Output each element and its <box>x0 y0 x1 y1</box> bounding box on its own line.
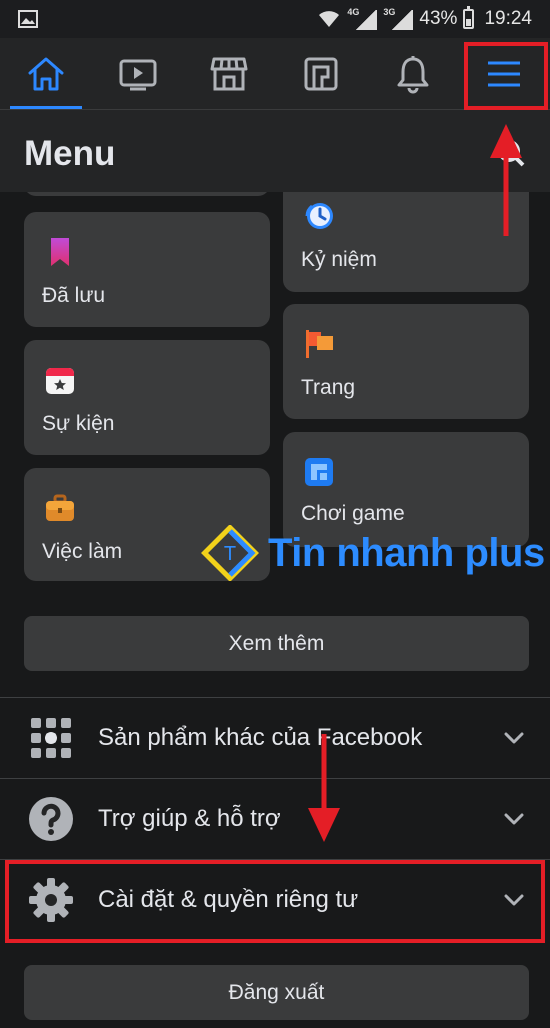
section-help-support-label: Trợ giúp & hỗ trợ <box>98 805 281 832</box>
shortcut-gaming-label: Chơi game <box>301 502 405 525</box>
highlight-settings-row <box>5 860 545 943</box>
see-more-button[interactable]: Xem thêm <box>24 616 529 671</box>
briefcase-icon <box>46 494 74 521</box>
tab-notifications[interactable] <box>367 38 459 109</box>
chevron-down-icon <box>504 813 524 825</box>
bell-icon <box>397 55 429 93</box>
video-icon <box>119 59 156 90</box>
battery-percent: 43% <box>419 8 458 29</box>
flag-icon <box>306 330 333 358</box>
clock-memories-icon <box>305 203 333 229</box>
calendar-icon <box>46 368 74 394</box>
facebook-menu-screen: 4G 3G 43% 19:24 Menu Đã lưu Sự kiện Việc… <box>0 0 550 1028</box>
question-icon <box>28 796 74 842</box>
tab-watch[interactable] <box>92 38 184 109</box>
logout-button[interactable]: Đăng xuất <box>24 965 529 1020</box>
shortcut-jobs-label: Việc làm <box>42 540 123 563</box>
wifi-icon <box>319 11 340 27</box>
section-other-products-label: Sản phẩm khác của Facebook <box>98 724 423 751</box>
shortcut-top-left[interactable] <box>24 192 270 196</box>
shortcut-pages-label: Trang <box>301 376 356 399</box>
grid-icon <box>28 715 74 761</box>
tab-news[interactable] <box>275 38 367 109</box>
highlight-menu-tab <box>464 42 548 110</box>
shortcut-memories-label: Kỷ niệm <box>301 248 377 271</box>
chevron-down-icon <box>504 732 524 744</box>
watermark: T Tin nhanh plus <box>200 525 545 581</box>
shortcut-pages[interactable]: Trang <box>283 304 529 419</box>
signal-4g-icon: 4G <box>347 8 378 30</box>
status-bar: 4G 3G 43% 19:24 <box>0 0 550 38</box>
battery-icon <box>463 6 475 29</box>
section-other-products[interactable]: Sản phẩm khác của Facebook <box>0 698 550 778</box>
arrow-down-annotation <box>308 734 340 842</box>
home-icon <box>28 57 64 90</box>
watermark-logo-icon: T <box>201 525 259 581</box>
watermark-text: Tin nhanh plus <box>268 530 545 575</box>
arrow-up-annotation <box>490 124 522 236</box>
shortcut-events[interactable]: Sự kiện <box>24 340 270 455</box>
shortcut-saved-label: Đã lưu <box>42 284 106 307</box>
store-icon <box>210 57 248 90</box>
bookmark-icon <box>51 238 69 266</box>
gaming-icon <box>305 458 333 486</box>
shortcut-events-label: Sự kiện <box>42 412 115 435</box>
signal-3g-icon: 3G <box>383 8 414 30</box>
feed-icon <box>304 57 338 90</box>
menu-header: Menu <box>0 110 550 196</box>
tab-marketplace[interactable] <box>183 38 275 109</box>
shortcut-saved[interactable]: Đã lưu <box>24 212 270 327</box>
image-icon <box>18 10 38 28</box>
watermark-badge: T <box>224 543 236 565</box>
section-help-support[interactable]: Trợ giúp & hỗ trợ <box>0 779 550 859</box>
clock: 19:24 <box>484 8 532 29</box>
tab-home[interactable] <box>0 38 92 109</box>
page-title: Menu <box>24 134 116 173</box>
